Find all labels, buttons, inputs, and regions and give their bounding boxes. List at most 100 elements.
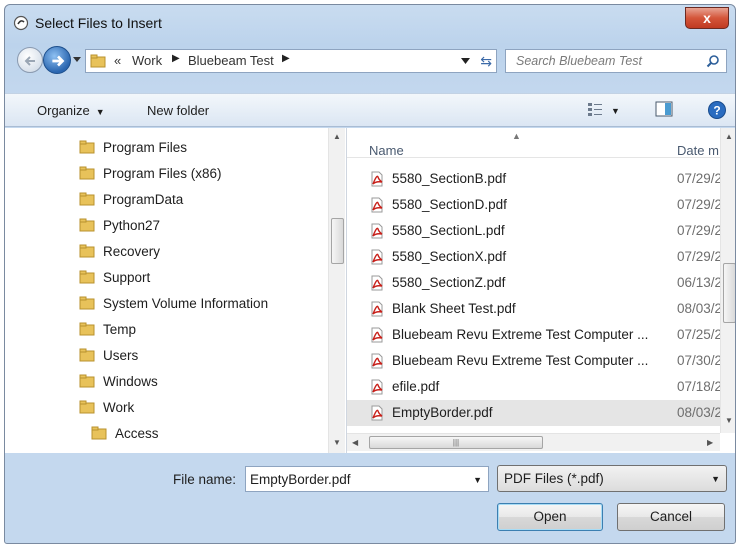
file-row[interactable]: efile.pdf 07/18/2 [347,374,722,400]
address-dropdown-icon[interactable] [461,57,470,65]
refresh-icon[interactable]: ⇆ [480,53,492,70]
breadcrumb-arrow-icon[interactable]: ▶ [172,53,180,64]
search-icon[interactable] [706,54,720,68]
scroll-up-icon[interactable]: ▲ [725,132,733,141]
folder-icon [79,218,95,232]
open-button[interactable]: Open [497,503,603,531]
sort-indicator-icon: ▲ [512,131,521,141]
back-button[interactable] [17,47,43,73]
folder-icon [90,54,106,68]
file-row[interactable]: Bluebeam Revu Extreme Test Computer ... … [347,348,723,374]
scroll-up-icon[interactable]: ▲ [333,132,341,141]
scroll-left-icon[interactable]: ◀ [352,438,358,447]
folder-label: Python27 [103,218,161,233]
folder-item[interactable]: Python27 [5,213,325,239]
folder-item[interactable]: Temp [5,317,325,343]
file-name-label: File name: [173,472,237,487]
view-dropdown-icon[interactable]: ▼ [611,106,620,116]
pdf-file-icon [371,301,383,317]
close-button[interactable]: x [685,7,729,29]
folder-item[interactable]: Windows [5,369,325,395]
preview-pane-icon[interactable] [655,101,673,117]
folder-item[interactable]: Work [5,395,325,421]
pdf-file-icon [371,275,383,291]
file-type-value: PDF Files (*.pdf) [504,471,604,486]
file-type-filter[interactable]: PDF Files (*.pdf) ▼ [497,465,727,492]
breadcrumb-overflow[interactable]: « [114,53,121,68]
scroll-thumb[interactable]: ||| [369,436,543,449]
folder-label: Recovery [103,244,161,259]
file-list-vertical-scrollbar[interactable]: ▲ ▼ [720,128,735,433]
folder-item[interactable]: Program Files [5,135,325,161]
file-list-horizontal-scrollbar[interactable]: ◀ ||| ▶ [347,433,720,451]
folder-icon [79,348,95,362]
column-header-date[interactable]: Date m [677,143,719,158]
file-date: 06/13/2 [677,275,723,290]
new-folder-button[interactable]: New folder [147,103,209,118]
folder-icon [79,140,95,154]
search-input[interactable]: Search Bluebeam Test [505,49,727,73]
chevron-down-icon[interactable]: ▼ [711,474,720,484]
pdf-file-icon [371,171,383,187]
column-header-row: ▲ Name Date m [347,128,720,158]
folder-icon [79,322,95,336]
breadcrumb-work[interactable]: Work [132,53,162,68]
scroll-down-icon[interactable]: ▼ [725,416,733,425]
file-row[interactable]: 5580_SectionB.pdf 07/29/2 [347,166,722,192]
chevron-down-icon[interactable]: ▼ [473,475,482,485]
file-row[interactable]: Blank Sheet Test.pdf 08/03/2 [347,296,723,322]
folder-item[interactable]: Recovery [5,239,325,265]
command-bar: Organize ▼ New folder ▼ ? [5,93,735,127]
folder-icon [79,296,95,310]
scroll-thumb[interactable] [331,218,344,264]
dialog-icon [13,15,29,31]
file-name: Bluebeam Revu Extreme Test Computer ... [392,327,649,342]
folder-label: Access [115,426,159,441]
file-name-field[interactable]: EmptyBorder.pdf ▼ [245,466,489,492]
organize-button[interactable]: Organize ▼ [37,103,105,118]
folder-tree: Program Files Program Files (x86) Progra… [5,128,347,453]
file-date: 07/30/2 [677,353,723,368]
breadcrumb-arrow-icon[interactable]: ▶ [282,53,290,64]
scroll-right-icon[interactable]: ▶ [707,438,713,447]
scroll-thumb[interactable] [723,263,735,323]
file-row[interactable]: 5580_SectionZ.pdf 06/13/2 [347,270,723,296]
scroll-down-icon[interactable]: ▼ [333,438,341,447]
file-row[interactable]: Bluebeam Revu Extreme Test Computer ... … [347,322,722,348]
folder-item[interactable]: System Volume Information [5,291,325,317]
forward-button[interactable] [43,46,71,74]
file-list: ▲ Name Date m 5580_SectionB.pdf 07/29/2 … [347,128,735,453]
cancel-button[interactable]: Cancel [617,503,725,531]
pdf-file-icon [371,405,383,421]
folder-icon [79,400,95,414]
folder-item[interactable]: Support [5,265,325,291]
search-placeholder: Search Bluebeam Test [516,54,643,68]
pdf-file-icon [371,223,383,239]
file-name: Blank Sheet Test.pdf [392,301,516,316]
address-bar[interactable]: « Work ▶ Bluebeam Test ▶ ⇆ [85,49,497,73]
view-options-icon[interactable] [587,101,603,117]
help-icon[interactable]: ? [707,100,727,120]
file-row[interactable]: 5580_SectionL.pdf 07/29/2 [347,218,722,244]
folder-item[interactable]: Program Files (x86) [5,161,325,187]
file-row[interactable]: 5580_SectionD.pdf 07/29/2 [347,192,722,218]
file-row[interactable]: 5580_SectionX.pdf 07/29/2 [347,244,722,270]
chevron-down-icon: ▼ [95,107,105,117]
folder-label: Users [103,348,139,363]
folder-label: Temp [103,322,137,337]
folder-icon [91,426,107,440]
file-name: 5580_SectionD.pdf [392,197,507,212]
dialog-title: Select Files to Insert [35,15,162,31]
folder-item[interactable]: ProgramData [5,187,325,213]
file-row-selected[interactable]: EmptyBorder.pdf 08/03/2 [347,400,722,426]
file-name: EmptyBorder.pdf [392,405,493,420]
column-header-name[interactable]: Name [369,143,404,158]
breadcrumb-bluebeam-test[interactable]: Bluebeam Test [188,53,274,68]
navigation-bar: « Work ▶ Bluebeam Test ▶ ⇆ Search Bluebe… [5,43,735,77]
folder-item[interactable]: Access [5,421,325,447]
folder-item[interactable]: Users [5,343,325,369]
file-date: 08/03/2 [677,301,723,316]
folder-tree-scrollbar[interactable]: ▲ ▼ [328,128,345,453]
folder-label: Windows [103,374,158,389]
recent-locations-icon[interactable] [72,53,82,65]
